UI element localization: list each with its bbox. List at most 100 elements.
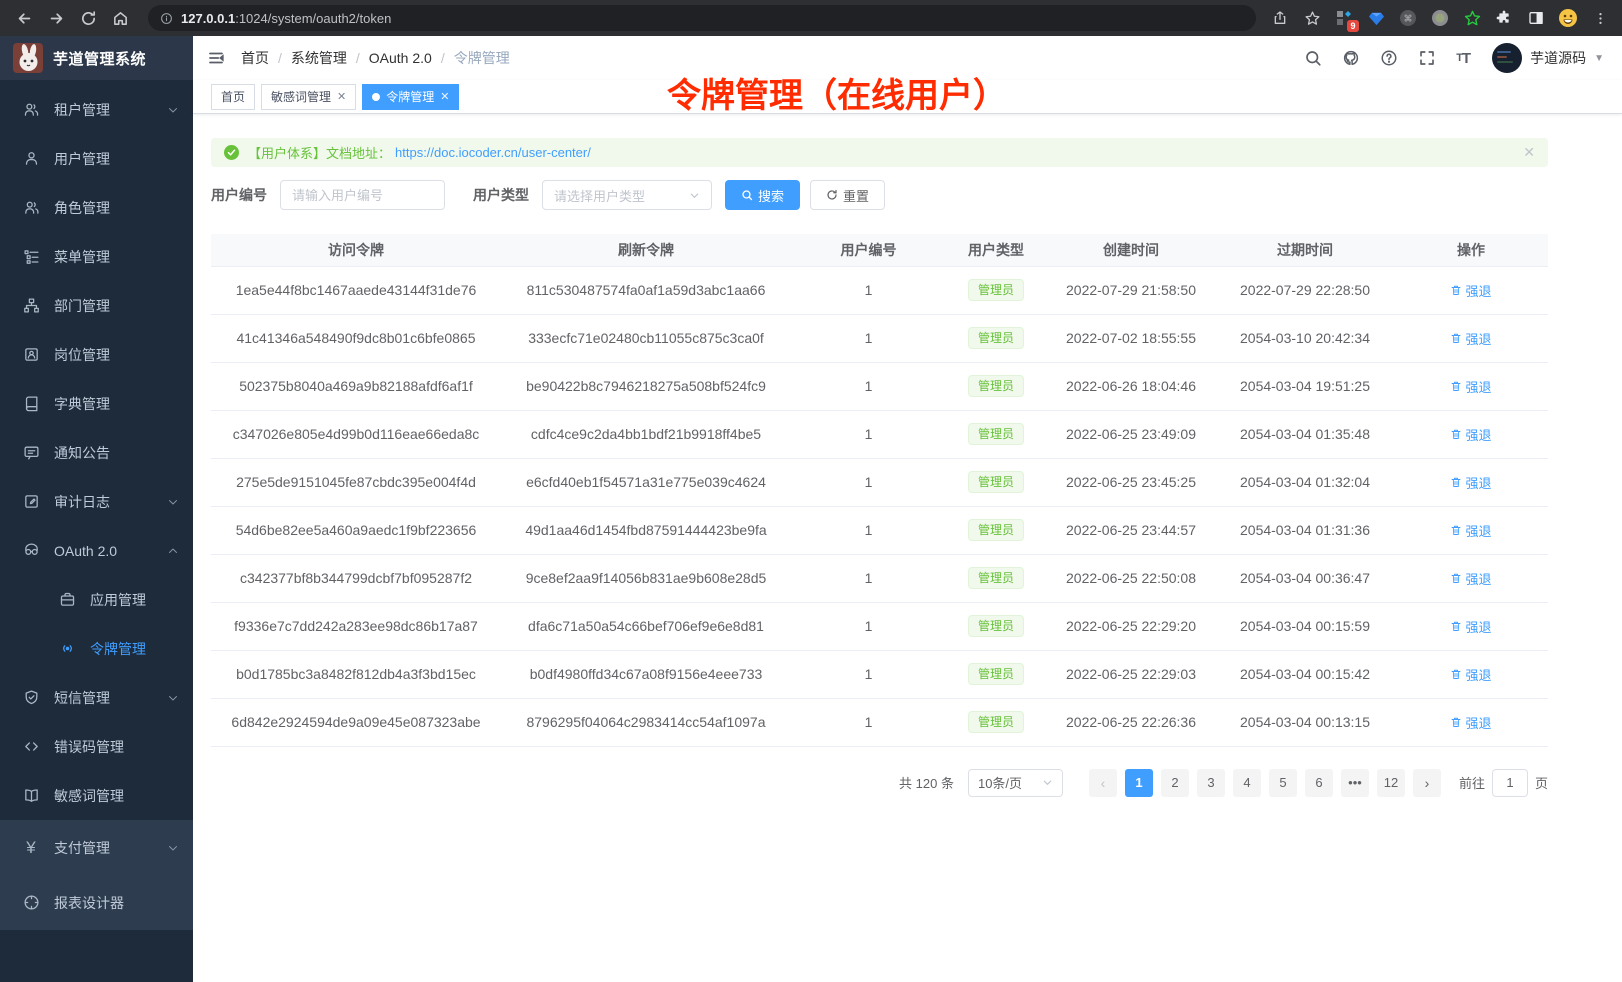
- user-id-cell: 1: [791, 458, 946, 506]
- github-icon[interactable]: [1342, 49, 1360, 67]
- browser-home-button[interactable]: [106, 4, 134, 32]
- browser-reload-button[interactable]: [74, 4, 102, 32]
- user-id-cell: 1: [791, 650, 946, 698]
- trash-icon: [1450, 284, 1462, 296]
- extension-gem-icon[interactable]: [1366, 8, 1386, 28]
- sidebar-item-oauth2-token[interactable]: 令牌管理: [0, 624, 193, 673]
- app-logo-bar[interactable]: 芋道管理系统: [0, 36, 193, 80]
- sidebar-item-sms[interactable]: 短信管理: [0, 673, 193, 722]
- browser-menu-icon[interactable]: [1590, 8, 1610, 28]
- sidebar-item-notice[interactable]: 通知公告: [0, 428, 193, 477]
- site-info-icon[interactable]: [160, 12, 173, 25]
- reset-button[interactable]: 重置: [810, 180, 885, 210]
- breadcrumb-item[interactable]: 系统管理: [291, 48, 347, 68]
- extension-green-star-icon[interactable]: [1462, 8, 1482, 28]
- page-button[interactable]: 6: [1305, 769, 1333, 797]
- user-id-label: 用户编号: [211, 185, 267, 205]
- force-logout-button[interactable]: 强退: [1450, 281, 1491, 300]
- sidebar-item-user[interactable]: 用户管理: [0, 134, 193, 183]
- sidebar-item-dict[interactable]: 字典管理: [0, 379, 193, 428]
- search-icon[interactable]: [1304, 49, 1322, 67]
- extensions-puzzle-icon[interactable]: [1494, 8, 1514, 28]
- refresh-token-cell: 49d1aa46d1454fbd87591444423be9fa: [501, 506, 791, 554]
- page-size-select[interactable]: 10条/页: [968, 769, 1063, 797]
- page-button[interactable]: 12: [1377, 769, 1405, 797]
- extension-colorzilla-icon[interactable]: 9: [1334, 8, 1354, 28]
- sidebar-item-menu[interactable]: 菜单管理: [0, 232, 193, 281]
- force-logout-button[interactable]: 强退: [1450, 377, 1491, 396]
- browser-back-button[interactable]: [10, 4, 38, 32]
- help-icon[interactable]: [1380, 49, 1398, 67]
- force-logout-button[interactable]: 强退: [1450, 617, 1491, 636]
- user-id-input[interactable]: [280, 180, 445, 210]
- sidebar-item-dept[interactable]: 部门管理: [0, 281, 193, 330]
- sidebar-item-label: 应用管理: [90, 590, 179, 610]
- user-type-select[interactable]: 请选择用户类型: [542, 180, 712, 210]
- trash-icon: [1450, 716, 1462, 728]
- goto-page-input[interactable]: [1492, 769, 1528, 797]
- page-button[interactable]: 5: [1269, 769, 1297, 797]
- fullscreen-icon[interactable]: [1418, 49, 1436, 67]
- force-logout-button[interactable]: 强退: [1450, 473, 1491, 492]
- expires-at-cell: 2054-03-04 00:15:42: [1216, 650, 1394, 698]
- next-page-button[interactable]: ›: [1413, 769, 1441, 797]
- pagination: 共 120 条 10条/页 ‹ 123456•••12 › 前往 页: [211, 769, 1548, 797]
- pager-more-button[interactable]: •••: [1341, 769, 1369, 797]
- page-button[interactable]: 3: [1197, 769, 1225, 797]
- sidebar-item-sensitive[interactable]: 敏感词管理: [0, 771, 193, 820]
- extension-command-icon[interactable]: ⌘: [1398, 8, 1418, 28]
- alert-close-icon[interactable]: ✕: [1523, 144, 1535, 161]
- page-button[interactable]: 4: [1233, 769, 1261, 797]
- force-logout-button[interactable]: 强退: [1450, 329, 1491, 348]
- sidebar-item-oauth2[interactable]: OAuth 2.0: [0, 526, 193, 575]
- tab-close-icon[interactable]: ✕: [337, 90, 346, 103]
- sidebar-item-pay[interactable]: ¥支付管理: [0, 820, 193, 875]
- breadcrumb-item[interactable]: 首页: [241, 48, 269, 68]
- font-size-icon[interactable]: TT: [1456, 50, 1470, 67]
- table-header-row: 访问令牌刷新令牌用户编号用户类型创建时间过期时间操作: [211, 234, 1548, 266]
- chevron-down-icon: [167, 692, 179, 704]
- breadcrumb-item[interactable]: OAuth 2.0: [369, 50, 432, 66]
- sidebar-item-oauth2-app[interactable]: 应用管理: [0, 575, 193, 624]
- extension-recorder-icon[interactable]: [1430, 8, 1450, 28]
- refresh-token-cell: 811c530487574fa0af1a59d3abc1aa66: [501, 266, 791, 314]
- view-tab[interactable]: 首页: [211, 84, 255, 110]
- force-logout-button[interactable]: 强退: [1450, 425, 1491, 444]
- prev-page-button[interactable]: ‹: [1089, 769, 1117, 797]
- browser-forward-button[interactable]: [42, 4, 70, 32]
- sidebar-collapse-icon[interactable]: [207, 49, 225, 67]
- side-panel-icon[interactable]: [1526, 8, 1546, 28]
- chevron-up-icon: [167, 545, 179, 557]
- sidebar-item-post[interactable]: 岗位管理: [0, 330, 193, 379]
- profile-avatar-icon[interactable]: [1558, 8, 1578, 28]
- sidebar-item-role[interactable]: 角色管理: [0, 183, 193, 232]
- tab-close-icon[interactable]: ✕: [440, 90, 449, 103]
- sidebar-item-audit-log[interactable]: 审计日志: [0, 477, 193, 526]
- share-icon[interactable]: [1270, 8, 1290, 28]
- sidebar-item-label: 角色管理: [54, 198, 179, 218]
- column-header: 刷新令牌: [501, 234, 791, 266]
- sidebar-item-report[interactable]: 报表设计器: [0, 875, 193, 930]
- search-button[interactable]: 搜索: [725, 180, 800, 210]
- view-tab[interactable]: 敏感词管理✕: [261, 84, 356, 110]
- sidebar-item-errcode[interactable]: 错误码管理: [0, 722, 193, 771]
- force-logout-button[interactable]: 强退: [1450, 665, 1491, 684]
- view-tab[interactable]: 令牌管理✕: [362, 84, 459, 110]
- access-token-cell: 275e5de9151045fe87cbdc395e004f4d: [211, 458, 501, 506]
- expires-at-cell: 2054-03-04 19:51:25: [1216, 362, 1394, 410]
- page-button[interactable]: 1: [1125, 769, 1153, 797]
- chevron-down-icon: [167, 842, 179, 854]
- sidebar-item-label: 用户管理: [54, 149, 179, 169]
- sidebar-item-label: 通知公告: [54, 443, 179, 463]
- sidebar-item-label: 岗位管理: [54, 345, 179, 365]
- force-logout-button[interactable]: 强退: [1450, 521, 1491, 540]
- page-button[interactable]: 2: [1161, 769, 1189, 797]
- user-menu[interactable]: 芋道源码 ▼: [1492, 43, 1604, 73]
- force-logout-button[interactable]: 强退: [1450, 569, 1491, 588]
- address-bar[interactable]: 127.0.0.1:1024/system/oauth2/token: [148, 5, 1256, 31]
- user-type-cell: 管理员: [946, 410, 1046, 458]
- force-logout-button[interactable]: 强退: [1450, 713, 1491, 732]
- doc-link[interactable]: https://doc.iocoder.cn/user-center/: [395, 145, 591, 160]
- bookmark-star-icon[interactable]: [1302, 8, 1322, 28]
- sidebar-item-tenant[interactable]: 租户管理: [0, 85, 193, 134]
